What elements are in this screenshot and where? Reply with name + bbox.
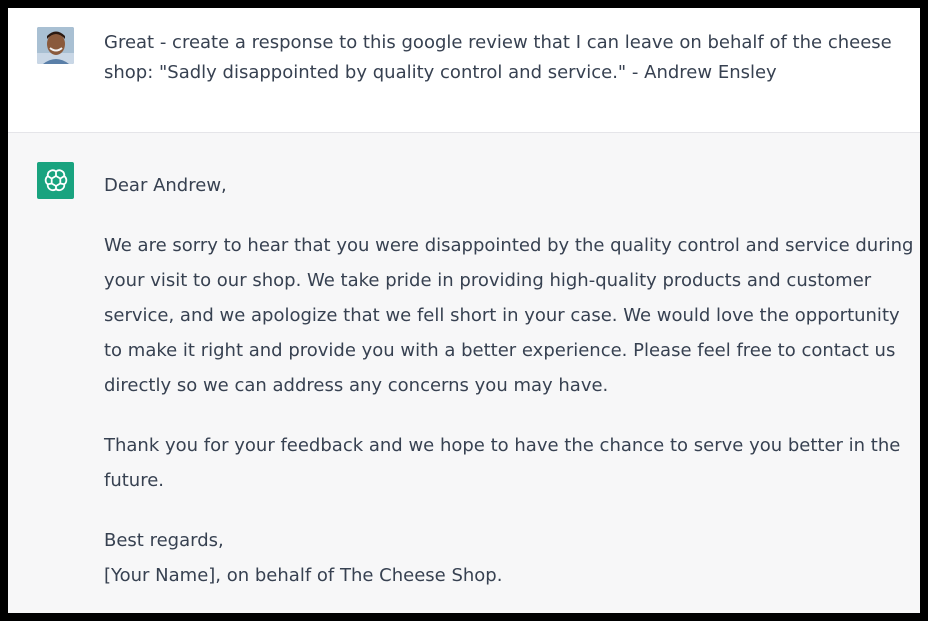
user-avatar xyxy=(37,27,74,64)
signature-text: [Your Name], on behalf of The Cheese Sho… xyxy=(104,565,503,586)
assistant-message-row: Dear Andrew, We are sorry to hear that y… xyxy=(8,133,920,613)
user-message-text: Great - create a response to this google… xyxy=(104,32,892,83)
greeting-text: Dear Andrew, xyxy=(104,175,227,196)
thanks-paragraph: Thank you for your feedback and we hope … xyxy=(104,435,901,491)
assistant-message-text: Dear Andrew, We are sorry to hear that y… xyxy=(104,168,916,593)
user-photo-icon xyxy=(37,27,74,64)
openai-logo-icon xyxy=(44,168,67,191)
chat-window: Great - create a response to this google… xyxy=(8,8,920,613)
user-message-row: Great - create a response to this google… xyxy=(8,8,920,133)
signature-block: Best regards, [Your Name], on behalf of … xyxy=(104,523,916,593)
body-paragraph: We are sorry to hear that you were disap… xyxy=(104,235,914,396)
assistant-avatar xyxy=(37,162,74,199)
closing-text: Best regards, xyxy=(104,530,224,551)
